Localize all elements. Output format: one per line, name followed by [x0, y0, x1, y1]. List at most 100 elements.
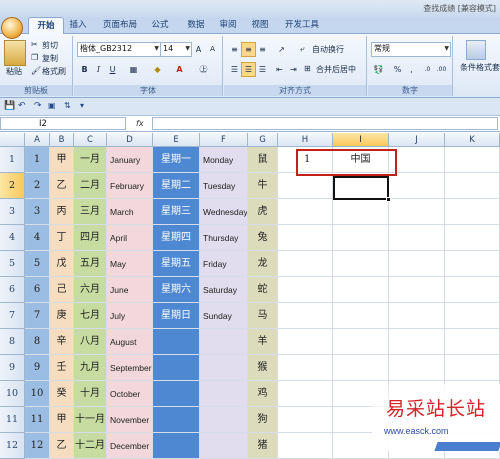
print-preview-icon[interactable]: ▣ [48, 101, 56, 110]
column-header-e[interactable]: E [153, 133, 200, 147]
cell-c4[interactable]: 四月 [74, 225, 107, 251]
cell-h10[interactable] [278, 381, 333, 407]
row-header-7[interactable]: 7 [0, 303, 25, 329]
cell-c11[interactable]: 十一月 [74, 407, 107, 433]
office-button[interactable] [1, 17, 23, 39]
column-header-a[interactable]: A [25, 133, 50, 147]
fill-handle[interactable] [386, 197, 391, 202]
column-header-h[interactable]: H [278, 133, 333, 147]
cell-d3[interactable]: March [107, 199, 153, 225]
cell-g1[interactable]: 鼠 [248, 147, 278, 173]
undo-icon[interactable]: ↶ [18, 101, 26, 111]
cell-h6[interactable] [278, 277, 333, 303]
wrap-text-button[interactable]: 自动换行 [312, 44, 344, 55]
row-header-4[interactable]: 4 [0, 225, 25, 251]
cell-b11[interactable]: 甲 [50, 407, 74, 433]
cell-k3[interactable] [445, 199, 500, 225]
cell-i7[interactable] [333, 303, 389, 329]
sort-icon[interactable]: ⇅ [64, 101, 71, 110]
cell-f10[interactable] [200, 381, 248, 407]
cell-d12[interactable]: December [107, 433, 153, 459]
cell-f9[interactable] [200, 355, 248, 381]
cell-b8[interactable]: 辛 [50, 329, 74, 355]
cell-d2[interactable]: February [107, 173, 153, 199]
cell-h4[interactable] [278, 225, 333, 251]
cell-i6[interactable] [333, 277, 389, 303]
row-header-5[interactable]: 5 [0, 251, 25, 277]
cell-a10[interactable]: 10 [25, 381, 50, 407]
cell-e9[interactable] [153, 355, 200, 381]
align-top-icon[interactable]: ≡ [227, 42, 242, 57]
row-header-11[interactable]: 11 [0, 407, 25, 433]
name-box[interactable]: I2 [0, 117, 126, 130]
decrease-decimal-icon[interactable]: .00 [434, 62, 449, 77]
cell-h2[interactable] [278, 173, 333, 199]
cell-g5[interactable]: 龙 [248, 251, 278, 277]
cell-a7[interactable]: 7 [25, 303, 50, 329]
orientation-icon[interactable]: ↗ [274, 42, 289, 57]
cell-a8[interactable]: 8 [25, 329, 50, 355]
cell-e3[interactable]: 星期三 [153, 199, 200, 225]
formula-input[interactable] [152, 117, 498, 130]
cell-g11[interactable]: 狗 [248, 407, 278, 433]
cell-j7[interactable] [389, 303, 445, 329]
column-header-g[interactable]: G [248, 133, 278, 147]
row-header-10[interactable]: 10 [0, 381, 25, 407]
cell-c7[interactable]: 七月 [74, 303, 107, 329]
grow-font-icon[interactable]: A [191, 42, 206, 57]
borders-icon[interactable]: ▦ [126, 62, 141, 77]
paste-button[interactable]: 粘贴 [6, 66, 22, 77]
cell-j3[interactable] [389, 199, 445, 225]
underline-icon[interactable]: U [105, 62, 120, 77]
cell-a11[interactable]: 11 [25, 407, 50, 433]
cell-h8[interactable] [278, 329, 333, 355]
cell-g6[interactable]: 蛇 [248, 277, 278, 303]
cell-c6[interactable]: 六月 [74, 277, 107, 303]
row-header-6[interactable]: 6 [0, 277, 25, 303]
cell-e6[interactable]: 星期六 [153, 277, 200, 303]
cell-j5[interactable] [389, 251, 445, 277]
cell-f3[interactable]: Wednesday [200, 199, 248, 225]
cell-d9[interactable]: September [107, 355, 153, 381]
cell-d11[interactable]: November [107, 407, 153, 433]
cell-g8[interactable]: 羊 [248, 329, 278, 355]
percent-button[interactable]: % [390, 62, 405, 77]
cell-h9[interactable] [278, 355, 333, 381]
currency-icon[interactable]: 💱 [371, 62, 386, 77]
increase-decimal-icon[interactable]: .0 [420, 62, 435, 77]
cell-k2[interactable] [445, 173, 500, 199]
cell-h12[interactable] [278, 433, 333, 459]
cell-c2[interactable]: 二月 [74, 173, 107, 199]
cell-a5[interactable]: 5 [25, 251, 50, 277]
paste-icon[interactable] [4, 40, 26, 66]
column-header-b[interactable]: B [50, 133, 74, 147]
comma-style-icon[interactable]: , [404, 62, 419, 77]
tab-insert[interactable]: 插入 [66, 17, 90, 34]
align-middle-icon[interactable]: ≡ [241, 42, 256, 57]
cell-i8[interactable] [333, 329, 389, 355]
tab-data[interactable]: 数据 [184, 17, 208, 34]
tab-developer[interactable]: 开发工具 [282, 17, 322, 34]
cell-c3[interactable]: 三月 [74, 199, 107, 225]
column-header-f[interactable]: F [200, 133, 248, 147]
cell-e8[interactable] [153, 329, 200, 355]
cell-d5[interactable]: May [107, 251, 153, 277]
cell-j8[interactable] [389, 329, 445, 355]
fill-color-icon[interactable]: ◆ [150, 62, 165, 77]
cell-f2[interactable]: Tuesday [200, 173, 248, 199]
font-name-select[interactable]: 楷体_GB2312 ▼ [77, 42, 161, 57]
column-header-c[interactable]: C [74, 133, 107, 147]
cell-e7[interactable]: 星期日 [153, 303, 200, 329]
cell-f1[interactable]: Monday [200, 147, 248, 173]
cell-g7[interactable]: 马 [248, 303, 278, 329]
cell-d8[interactable]: August [107, 329, 153, 355]
cell-a6[interactable]: 6 [25, 277, 50, 303]
cell-c9[interactable]: 九月 [74, 355, 107, 381]
align-left-icon[interactable]: ☰ [227, 62, 242, 77]
cell-f8[interactable] [200, 329, 248, 355]
cell-e11[interactable] [153, 407, 200, 433]
cell-d10[interactable]: October [107, 381, 153, 407]
cell-j2[interactable] [389, 173, 445, 199]
cell-k7[interactable] [445, 303, 500, 329]
cell-j9[interactable] [389, 355, 445, 381]
